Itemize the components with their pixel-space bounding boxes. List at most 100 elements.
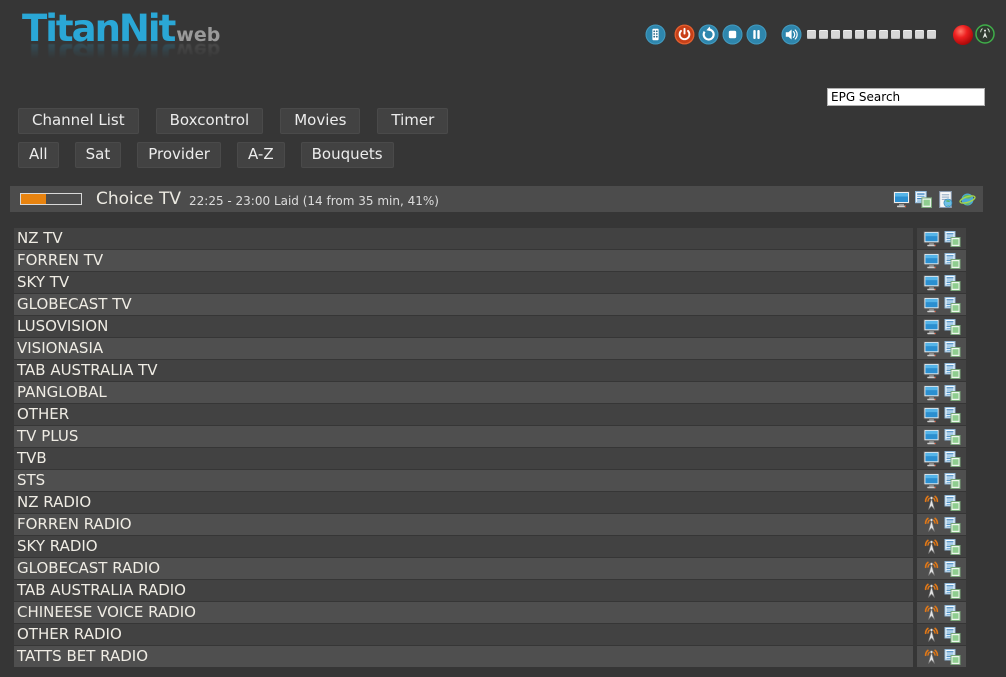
volume-segment[interactable] [915,30,924,39]
tv-screen-icon[interactable] [923,451,940,467]
radio-antenna-icon[interactable] [923,539,940,555]
epg-windows-icon[interactable] [944,517,961,533]
filter-az-button[interactable]: A-Z [237,142,285,168]
channel-row: FORREN RADIO [14,514,966,535]
volume-segment[interactable] [819,30,828,39]
tv-screen-icon[interactable] [923,253,940,269]
channel-name[interactable]: TATTS BET RADIO [14,646,913,667]
radio-antenna-icon[interactable] [923,605,940,621]
filter-bouquets-button[interactable]: Bouquets [301,142,394,168]
epg-windows-icon[interactable] [944,605,961,621]
channel-name[interactable]: NZ TV [14,228,913,249]
tv-screen-icon[interactable] [923,407,940,423]
stop-icon[interactable] [722,24,743,45]
channel-name[interactable]: TAB AUSTRALIA TV [14,360,913,381]
epg-windows-icon[interactable] [944,407,961,423]
tv-screen-icon[interactable] [923,319,940,335]
epg-windows-icon[interactable] [944,429,961,445]
channel-name[interactable]: LUSOVISION [14,316,913,337]
epg-windows-icon[interactable] [944,561,961,577]
tv-screen-icon[interactable] [923,341,940,357]
tv-screen-icon[interactable] [893,191,910,208]
channel-row: VISIONASIA [14,338,966,359]
radio-antenna-icon[interactable] [923,495,940,511]
channel-name[interactable]: TAB AUSTRALIA RADIO [14,580,913,601]
epg-windows-icon[interactable] [944,495,961,511]
volume-segment[interactable] [831,30,840,39]
filter-all-button[interactable]: All [18,142,59,168]
radio-antenna-icon[interactable] [923,517,940,533]
channel-name[interactable]: SKY RADIO [14,536,913,557]
channel-row-actions [917,602,966,623]
channel-name[interactable]: NZ RADIO [14,492,913,513]
channel-name[interactable]: TVB [14,448,913,469]
epg-windows-icon[interactable] [944,253,961,269]
channel-row-actions [917,646,966,667]
epg-windows-icon[interactable] [944,451,961,467]
radio-antenna-icon[interactable] [923,649,940,665]
web-globe-icon[interactable] [959,191,976,208]
filter-sat-button[interactable]: Sat [75,142,122,168]
epg-windows-icon[interactable] [944,473,961,489]
nav-channel-list-button[interactable]: Channel List [18,108,139,134]
radio-antenna-icon[interactable] [923,561,940,577]
tv-screen-icon[interactable] [923,385,940,401]
channel-name[interactable]: FORREN RADIO [14,514,913,535]
epg-windows-icon[interactable] [944,297,961,313]
epg-windows-icon[interactable] [915,191,932,208]
channel-name[interactable]: OTHER [14,404,913,425]
channel-name[interactable]: GLOBECAST TV [14,294,913,315]
channel-name[interactable]: GLOBECAST RADIO [14,558,913,579]
nav-timer-button[interactable]: Timer [377,108,448,134]
volume-segment[interactable] [879,30,888,39]
power-off-icon[interactable] [674,24,695,45]
channel-name[interactable]: CHINEESE VOICE RADIO [14,602,913,623]
nav-movies-button[interactable]: Movies [280,108,360,134]
epg-windows-icon[interactable] [944,231,961,247]
pause-icon[interactable] [746,24,767,45]
channel-row: TVB [14,448,966,469]
remote-keypad-icon[interactable] [645,24,666,45]
tv-screen-icon[interactable] [923,297,940,313]
channel-row-actions [917,492,966,513]
channel-row: NZ TV [14,228,966,249]
reboot-icon[interactable] [698,24,719,45]
stream-playlist-icon[interactable] [937,191,954,208]
tv-screen-icon[interactable] [923,473,940,489]
epg-windows-icon[interactable] [944,319,961,335]
epg-search-input[interactable] [827,88,985,106]
volume-level-bar[interactable] [807,30,936,39]
filter-provider-button[interactable]: Provider [137,142,221,168]
volume-segment[interactable] [903,30,912,39]
channel-name[interactable]: VISIONASIA [14,338,913,359]
volume-segment[interactable] [807,30,816,39]
channel-name[interactable]: STS [14,470,913,491]
channel-name[interactable]: OTHER RADIO [14,624,913,645]
volume-segment[interactable] [867,30,876,39]
channel-row-actions [917,294,966,315]
epg-windows-icon[interactable] [944,385,961,401]
epg-windows-icon[interactable] [944,649,961,665]
nav-boxcontrol-button[interactable]: Boxcontrol [156,108,264,134]
volume-speaker-icon[interactable] [781,24,802,45]
radio-antenna-icon[interactable] [923,627,940,643]
tv-screen-icon[interactable] [923,231,940,247]
radio-antenna-icon[interactable] [923,583,940,599]
channel-name[interactable]: TV PLUS [14,426,913,447]
epg-windows-icon[interactable] [944,363,961,379]
epg-windows-icon[interactable] [944,539,961,555]
volume-segment[interactable] [855,30,864,39]
volume-segment[interactable] [891,30,900,39]
volume-segment[interactable] [843,30,852,39]
epg-windows-icon[interactable] [944,341,961,357]
tv-screen-icon[interactable] [923,275,940,291]
tv-screen-icon[interactable] [923,363,940,379]
channel-name[interactable]: FORREN TV [14,250,913,271]
epg-windows-icon[interactable] [944,275,961,291]
channel-name[interactable]: SKY TV [14,272,913,293]
epg-windows-icon[interactable] [944,627,961,643]
tv-screen-icon[interactable] [923,429,940,445]
volume-segment[interactable] [927,30,936,39]
channel-name[interactable]: PANGLOBAL [14,382,913,403]
epg-windows-icon[interactable] [944,583,961,599]
